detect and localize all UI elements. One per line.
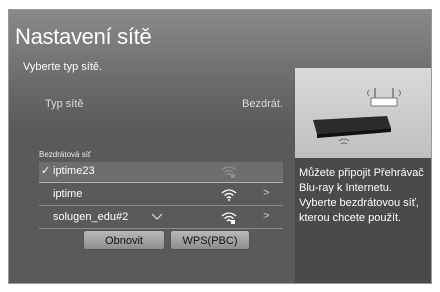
- bluray-player-icon: [313, 116, 391, 145]
- page-subtitle: Vyberte typ sítě.: [23, 61, 103, 73]
- scroll-down-icon[interactable]: [151, 213, 163, 220]
- network-item-iptime23[interactable]: ✓ iptime23: [39, 162, 283, 183]
- network-name: iptime23: [53, 165, 95, 177]
- network-settings-screen: Nastavení sítě Vyberte typ sítě. Typ sít…: [8, 9, 432, 284]
- help-panel: Můžete připojit Přehrávač Blu-ray k Inte…: [295, 68, 431, 283]
- network-item-iptime[interactable]: iptime >: [39, 185, 283, 206]
- page-title: Nastavení sítě: [15, 24, 152, 49]
- network-type-value[interactable]: Bezdrát.: [242, 98, 283, 110]
- router-player-illustration: [313, 88, 401, 145]
- wifi-signal-icon: [221, 212, 237, 224]
- refresh-button[interactable]: Obnovit: [83, 230, 165, 250]
- wps-pbc-button[interactable]: WPS(PBC): [170, 230, 250, 250]
- chevron-right-icon: >: [263, 187, 270, 199]
- wireless-list-label: Bezdrátová síť: [39, 150, 91, 159]
- chevron-right-icon: >: [263, 210, 270, 222]
- router-icon: [367, 88, 401, 107]
- network-name: solugen_edu#2: [53, 211, 129, 223]
- network-type-label[interactable]: Typ sítě: [45, 98, 84, 110]
- connection-illustration: [295, 68, 431, 158]
- network-name: iptime: [53, 188, 83, 200]
- wifi-signal-icon: [221, 166, 237, 178]
- help-text: Můžete připojit Přehrávač Blu-ray k Inte…: [299, 167, 424, 224]
- check-icon: ✓: [41, 165, 51, 177]
- wifi-signal-icon: [221, 189, 237, 201]
